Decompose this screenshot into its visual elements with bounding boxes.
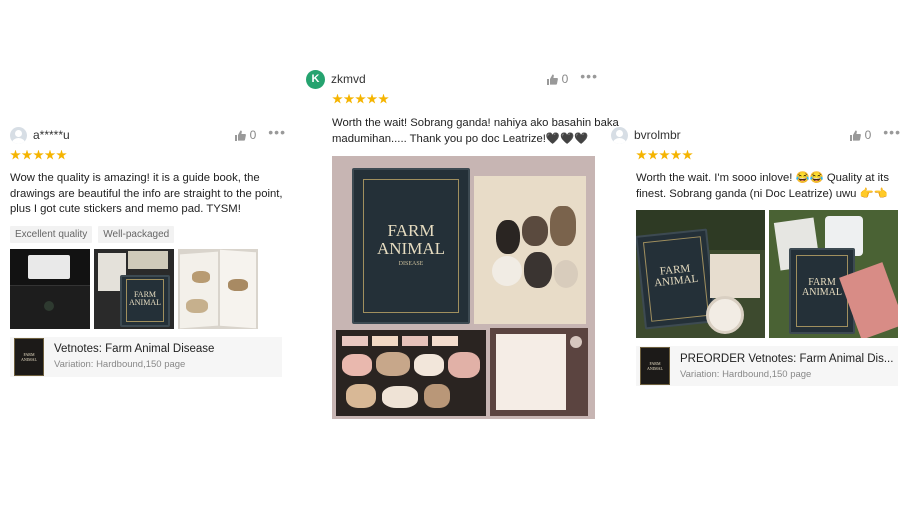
- like-button[interactable]: 0: [546, 72, 569, 86]
- product-link[interactable]: FARM ANIMAL Vetnotes: Farm Animal Disease…: [10, 336, 282, 377]
- star-icon: [56, 149, 67, 160]
- animal-poster: [474, 176, 586, 324]
- username[interactable]: a*****u: [33, 128, 234, 142]
- star-icon: [343, 93, 355, 104]
- more-options-icon[interactable]: •••: [580, 69, 598, 83]
- star-icon: [378, 93, 389, 104]
- product-thumbnail: FARM ANIMAL: [640, 347, 670, 385]
- sticker-sheet: [336, 330, 486, 416]
- rating-stars: [10, 148, 286, 162]
- review-header: a*****u 0 •••: [10, 124, 286, 146]
- star-icon: [366, 93, 378, 104]
- review-photo[interactable]: FARM ANIMAL: [636, 210, 765, 338]
- star-icon: [659, 149, 670, 160]
- star-icon: [21, 149, 33, 160]
- tag-well-packaged: Well-packaged: [98, 225, 175, 243]
- like-count: 0: [249, 128, 257, 142]
- product-link[interactable]: FARM ANIMAL PREORDER Vetnotes: Farm Anima…: [636, 346, 898, 386]
- like-button[interactable]: 0: [849, 128, 872, 142]
- review-photo[interactable]: FARM ANIMAL: [769, 210, 898, 338]
- review-header: bvrolmbr 0 •••: [611, 124, 900, 146]
- review-header: K zkmvd 0 •••: [306, 68, 598, 90]
- review-photo[interactable]: FARM ANIMAL: [94, 248, 174, 329]
- star-icon: [44, 149, 56, 160]
- product-variation: Variation: Hardbound,150 page: [680, 368, 812, 380]
- product-thumbnail: FARM ANIMAL: [14, 337, 44, 376]
- thumbs-up-icon: [849, 130, 861, 141]
- thumbs-up-icon: [546, 74, 558, 85]
- like-count: 0: [561, 72, 569, 86]
- like-count: 0: [864, 128, 872, 142]
- star-icon: [10, 149, 21, 160]
- review-card: bvrolmbr 0 ••• Worth the wait. I'm sooo …: [611, 124, 900, 386]
- star-icon: [355, 93, 366, 104]
- star-icon: [33, 149, 44, 160]
- review-card: K zkmvd 0 ••• Worth the wait! Sobrang ga…: [306, 68, 619, 419]
- rating-stars: [636, 148, 900, 162]
- star-icon: [647, 149, 659, 160]
- review-text: Worth the wait. I'm sooo inlove! 😂😂 Qual…: [636, 172, 889, 200]
- review-photo[interactable]: FARM ANIMAL DISEASE: [332, 156, 595, 419]
- more-options-icon[interactable]: •••: [883, 125, 900, 139]
- review-photo[interactable]: [178, 248, 258, 329]
- user-avatar-icon[interactable]: [611, 126, 628, 144]
- star-icon: [670, 149, 682, 160]
- memo-pad: [490, 328, 588, 416]
- review-text: Wow the quality is amazing! it is a guid…: [10, 172, 283, 215]
- product-name: Vetnotes: Farm Animal Disease: [54, 343, 215, 355]
- book-title-line1: FARM: [387, 220, 435, 240]
- thumbs-up-icon: [234, 130, 246, 141]
- user-avatar-icon[interactable]: [10, 126, 27, 144]
- book-subtitle: DISEASE: [398, 261, 424, 268]
- review-tags: Excellent quality Well-packaged: [10, 225, 286, 243]
- product-variation: Variation: Hardbound,150 page: [54, 359, 186, 370]
- rating-stars: [332, 92, 598, 106]
- product-name: PREORDER Vetnotes: Farm Animal Dis...: [680, 352, 894, 365]
- user-avatar-icon[interactable]: K: [306, 69, 325, 89]
- book-title-line2: ANIMAL: [377, 238, 445, 258]
- star-icon: [332, 93, 343, 104]
- username[interactable]: zkmvd: [331, 72, 546, 86]
- review-photo[interactable]: [10, 248, 90, 329]
- review-text: Worth the wait! Sobrang ganda! nahiya ak…: [332, 117, 619, 145]
- book-title-line2: ANIMAL: [129, 298, 161, 308]
- review-card: a*****u 0 ••• Wow the quality is amazing…: [10, 124, 286, 377]
- username[interactable]: bvrolmbr: [634, 128, 849, 142]
- review-images: FARM ANIMAL FARM ANIMAL: [636, 210, 900, 338]
- star-icon: [682, 149, 693, 160]
- like-button[interactable]: 0: [234, 128, 257, 142]
- tag-excellent-quality: Excellent quality: [10, 225, 93, 243]
- star-icon: [636, 149, 647, 160]
- more-options-icon[interactable]: •••: [268, 125, 286, 139]
- review-images: FARM ANIMAL: [10, 248, 286, 329]
